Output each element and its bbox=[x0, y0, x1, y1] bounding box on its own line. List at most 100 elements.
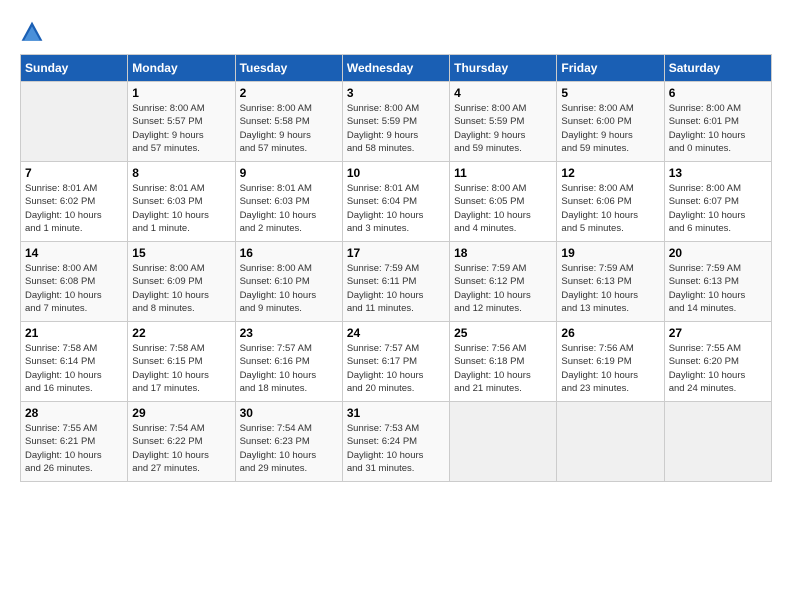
day-number: 18 bbox=[454, 246, 552, 260]
page-header bbox=[20, 20, 772, 44]
day-info: Sunrise: 8:01 AM Sunset: 6:03 PM Dayligh… bbox=[132, 182, 230, 235]
day-number: 22 bbox=[132, 326, 230, 340]
calendar-cell: 9 Sunrise: 8:01 AM Sunset: 6:03 PM Daylig… bbox=[235, 162, 342, 242]
calendar-cell: 26 Sunrise: 7:56 AM Sunset: 6:19 PM Dayli… bbox=[557, 322, 664, 402]
day-info: Sunrise: 7:58 AM Sunset: 6:14 PM Dayligh… bbox=[25, 342, 123, 395]
calendar-week-row: 7 Sunrise: 8:01 AM Sunset: 6:02 PM Daylig… bbox=[21, 162, 772, 242]
calendar-cell: 3 Sunrise: 8:00 AM Sunset: 5:59 PM Daylig… bbox=[342, 82, 449, 162]
calendar-cell: 13 Sunrise: 8:00 AM Sunset: 6:07 PM Dayli… bbox=[664, 162, 771, 242]
day-number: 13 bbox=[669, 166, 767, 180]
day-info: Sunrise: 8:00 AM Sunset: 6:08 PM Dayligh… bbox=[25, 262, 123, 315]
calendar-cell: 4 Sunrise: 8:00 AM Sunset: 5:59 PM Daylig… bbox=[450, 82, 557, 162]
calendar-cell: 11 Sunrise: 8:00 AM Sunset: 6:05 PM Dayli… bbox=[450, 162, 557, 242]
day-number: 27 bbox=[669, 326, 767, 340]
day-number: 8 bbox=[132, 166, 230, 180]
day-info: Sunrise: 8:00 AM Sunset: 6:10 PM Dayligh… bbox=[240, 262, 338, 315]
day-info: Sunrise: 7:59 AM Sunset: 6:12 PM Dayligh… bbox=[454, 262, 552, 315]
calendar-cell: 6 Sunrise: 8:00 AM Sunset: 6:01 PM Daylig… bbox=[664, 82, 771, 162]
day-info: Sunrise: 8:00 AM Sunset: 5:59 PM Dayligh… bbox=[347, 102, 445, 155]
day-of-week-header: Friday bbox=[557, 55, 664, 82]
calendar-cell: 23Sunrise: 7:57 AM Sunset: 6:16 PM Dayli… bbox=[235, 322, 342, 402]
day-of-week-header: Sunday bbox=[21, 55, 128, 82]
day-info: Sunrise: 7:56 AM Sunset: 6:18 PM Dayligh… bbox=[454, 342, 552, 395]
day-number: 25 bbox=[454, 326, 552, 340]
calendar-cell: 1 Sunrise: 8:00 AM Sunset: 5:57 PM Daylig… bbox=[128, 82, 235, 162]
day-number: 26 bbox=[561, 326, 659, 340]
calendar-cell: 8 Sunrise: 8:01 AM Sunset: 6:03 PM Daylig… bbox=[128, 162, 235, 242]
day-info: Sunrise: 8:00 AM Sunset: 6:01 PM Dayligh… bbox=[669, 102, 767, 155]
day-info: Sunrise: 8:00 AM Sunset: 5:57 PM Dayligh… bbox=[132, 102, 230, 155]
day-info: Sunrise: 7:56 AM Sunset: 6:19 PM Dayligh… bbox=[561, 342, 659, 395]
day-number: 6 bbox=[669, 86, 767, 100]
calendar-cell: 5 Sunrise: 8:00 AM Sunset: 6:00 PM Daylig… bbox=[557, 82, 664, 162]
calendar-cell bbox=[664, 402, 771, 482]
day-info: Sunrise: 8:00 AM Sunset: 6:09 PM Dayligh… bbox=[132, 262, 230, 315]
calendar-cell: 28 Sunrise: 7:55 AM Sunset: 6:21 PM Dayli… bbox=[21, 402, 128, 482]
day-info: Sunrise: 7:57 AM Sunset: 6:17 PM Dayligh… bbox=[347, 342, 445, 395]
day-number: 21 bbox=[25, 326, 123, 340]
calendar-week-row: 21 Sunrise: 7:58 AM Sunset: 6:14 PM Dayli… bbox=[21, 322, 772, 402]
day-info: Sunrise: 8:00 AM Sunset: 6:05 PM Dayligh… bbox=[454, 182, 552, 235]
day-info: Sunrise: 8:00 AM Sunset: 5:58 PM Dayligh… bbox=[240, 102, 338, 155]
day-number: 19 bbox=[561, 246, 659, 260]
day-number: 9 bbox=[240, 166, 338, 180]
calendar-cell bbox=[557, 402, 664, 482]
day-number: 5 bbox=[561, 86, 659, 100]
day-info: Sunrise: 7:59 AM Sunset: 6:11 PM Dayligh… bbox=[347, 262, 445, 315]
day-info: Sunrise: 8:01 AM Sunset: 6:03 PM Dayligh… bbox=[240, 182, 338, 235]
day-info: Sunrise: 8:00 AM Sunset: 5:59 PM Dayligh… bbox=[454, 102, 552, 155]
day-info: Sunrise: 7:54 AM Sunset: 6:22 PM Dayligh… bbox=[132, 422, 230, 475]
calendar-cell: 16 Sunrise: 8:00 AM Sunset: 6:10 PM Dayli… bbox=[235, 242, 342, 322]
calendar-week-row: 1 Sunrise: 8:00 AM Sunset: 5:57 PM Daylig… bbox=[21, 82, 772, 162]
day-number: 31 bbox=[347, 406, 445, 420]
calendar-header-row: SundayMondayTuesdayWednesdayThursdayFrid… bbox=[21, 55, 772, 82]
calendar-cell: 22 Sunrise: 7:58 AM Sunset: 6:15 PM Dayli… bbox=[128, 322, 235, 402]
day-info: Sunrise: 7:55 AM Sunset: 6:21 PM Dayligh… bbox=[25, 422, 123, 475]
day-number: 14 bbox=[25, 246, 123, 260]
day-number: 7 bbox=[25, 166, 123, 180]
day-number: 28 bbox=[25, 406, 123, 420]
calendar-week-row: 14 Sunrise: 8:00 AM Sunset: 6:08 PM Dayli… bbox=[21, 242, 772, 322]
day-of-week-header: Thursday bbox=[450, 55, 557, 82]
day-number: 1 bbox=[132, 86, 230, 100]
calendar-cell: 24Sunrise: 7:57 AM Sunset: 6:17 PM Dayli… bbox=[342, 322, 449, 402]
day-info: Sunrise: 7:59 AM Sunset: 6:13 PM Dayligh… bbox=[561, 262, 659, 315]
day-number: 16 bbox=[240, 246, 338, 260]
calendar-cell: 18 Sunrise: 7:59 AM Sunset: 6:12 PM Dayli… bbox=[450, 242, 557, 322]
calendar-cell: 12Sunrise: 8:00 AM Sunset: 6:06 PM Dayli… bbox=[557, 162, 664, 242]
calendar-cell bbox=[450, 402, 557, 482]
day-number: 4 bbox=[454, 86, 552, 100]
calendar-cell: 2 Sunrise: 8:00 AM Sunset: 5:58 PM Daylig… bbox=[235, 82, 342, 162]
day-number: 10 bbox=[347, 166, 445, 180]
calendar-cell: 27Sunrise: 7:55 AM Sunset: 6:20 PM Dayli… bbox=[664, 322, 771, 402]
day-number: 30 bbox=[240, 406, 338, 420]
day-of-week-header: Wednesday bbox=[342, 55, 449, 82]
day-number: 29 bbox=[132, 406, 230, 420]
calendar-cell: 21 Sunrise: 7:58 AM Sunset: 6:14 PM Dayli… bbox=[21, 322, 128, 402]
day-of-week-header: Saturday bbox=[664, 55, 771, 82]
calendar-cell: 7 Sunrise: 8:01 AM Sunset: 6:02 PM Daylig… bbox=[21, 162, 128, 242]
calendar-cell: 29 Sunrise: 7:54 AM Sunset: 6:22 PM Dayli… bbox=[128, 402, 235, 482]
logo-icon bbox=[20, 20, 44, 44]
day-of-week-header: Monday bbox=[128, 55, 235, 82]
calendar-cell: 30 Sunrise: 7:54 AM Sunset: 6:23 PM Dayli… bbox=[235, 402, 342, 482]
calendar-cell: 15 Sunrise: 8:00 AM Sunset: 6:09 PM Dayli… bbox=[128, 242, 235, 322]
day-number: 3 bbox=[347, 86, 445, 100]
day-info: Sunrise: 8:00 AM Sunset: 6:06 PM Dayligh… bbox=[561, 182, 659, 235]
day-number: 17 bbox=[347, 246, 445, 260]
day-info: Sunrise: 7:53 AM Sunset: 6:24 PM Dayligh… bbox=[347, 422, 445, 475]
calendar-table: SundayMondayTuesdayWednesdayThursdayFrid… bbox=[20, 54, 772, 482]
calendar-week-row: 28 Sunrise: 7:55 AM Sunset: 6:21 PM Dayli… bbox=[21, 402, 772, 482]
day-info: Sunrise: 8:00 AM Sunset: 6:00 PM Dayligh… bbox=[561, 102, 659, 155]
day-info: Sunrise: 8:00 AM Sunset: 6:07 PM Dayligh… bbox=[669, 182, 767, 235]
day-of-week-header: Tuesday bbox=[235, 55, 342, 82]
day-info: Sunrise: 7:54 AM Sunset: 6:23 PM Dayligh… bbox=[240, 422, 338, 475]
day-number: 2 bbox=[240, 86, 338, 100]
day-number: 11 bbox=[454, 166, 552, 180]
day-info: Sunrise: 7:57 AM Sunset: 6:16 PM Dayligh… bbox=[240, 342, 338, 395]
logo bbox=[20, 20, 48, 44]
day-number: 15 bbox=[132, 246, 230, 260]
day-info: Sunrise: 8:01 AM Sunset: 6:02 PM Dayligh… bbox=[25, 182, 123, 235]
day-info: Sunrise: 7:58 AM Sunset: 6:15 PM Dayligh… bbox=[132, 342, 230, 395]
calendar-cell: 20Sunrise: 7:59 AM Sunset: 6:13 PM Dayli… bbox=[664, 242, 771, 322]
